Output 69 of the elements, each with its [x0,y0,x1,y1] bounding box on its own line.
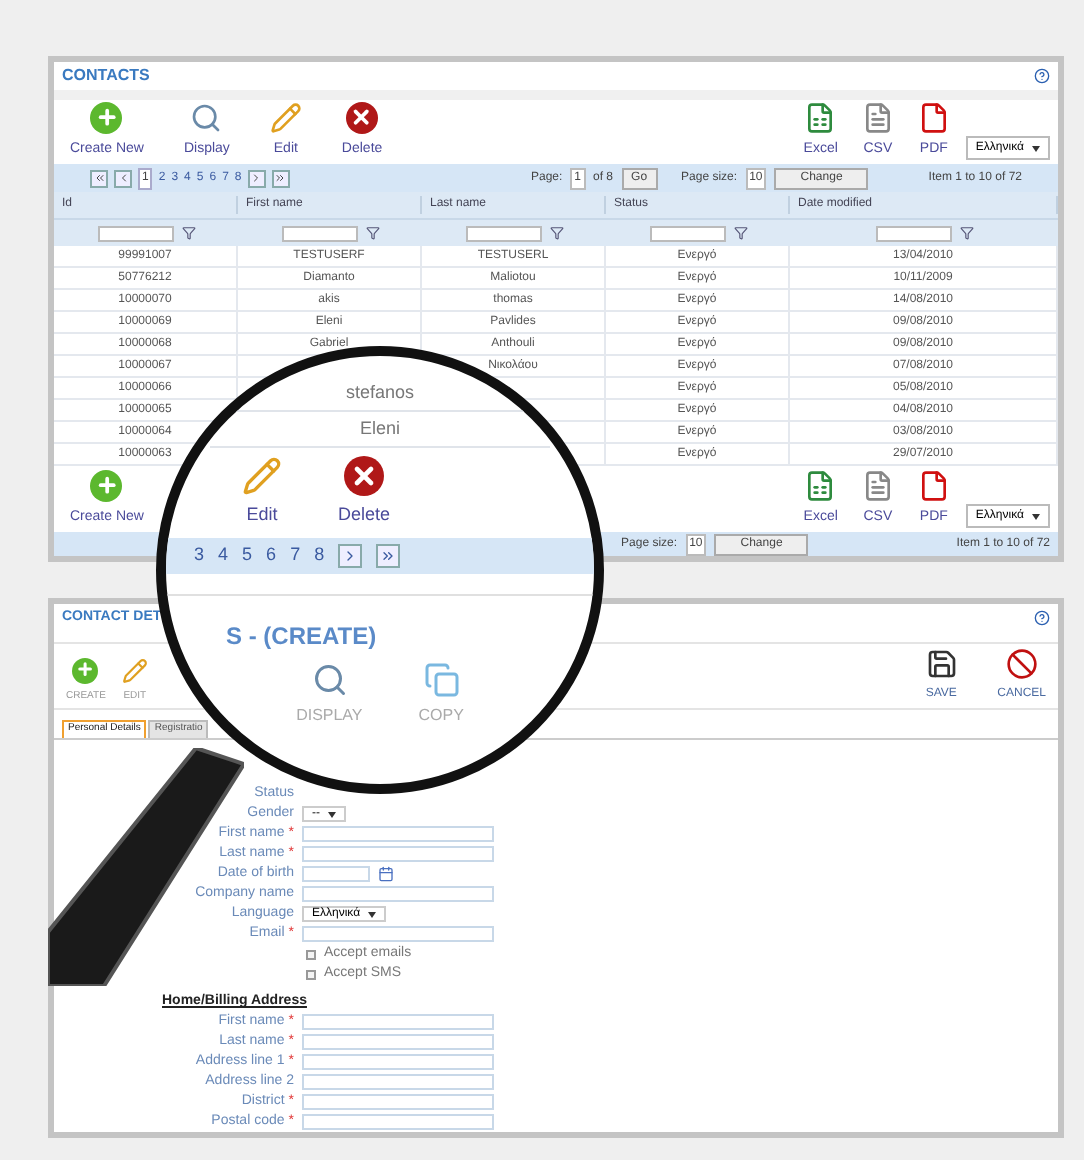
search-icon [311,661,348,697]
page-link[interactable]: 8 [314,541,325,569]
plus-icon [90,101,123,133]
input-field[interactable] [302,886,494,902]
last-page-icon [380,547,397,563]
document-icon [861,469,894,501]
plus-icon [90,469,123,501]
page-link[interactable]: 5 [242,541,253,569]
document-icon [861,101,894,133]
filter-field[interactable] [97,225,173,241]
filter-field[interactable] [281,225,357,241]
input-field[interactable] [302,1094,494,1110]
input-field[interactable] [302,926,494,942]
input-field[interactable] [302,1114,494,1130]
checkbox[interactable] [306,949,316,959]
filter-field[interactable] [875,225,951,241]
page-link[interactable]: 7 [290,541,301,569]
plus-icon [72,657,99,683]
filter-icon[interactable] [549,225,563,239]
filter-icon[interactable] [733,225,747,239]
input-field[interactable] [302,1034,494,1050]
search-icon [190,101,223,133]
next-icon [250,172,263,184]
panel-title: CONTACTS [62,64,150,88]
filter-field[interactable] [465,225,541,241]
caret-icon [328,811,336,817]
pencil-icon [242,456,282,496]
spreadsheet-icon [804,101,837,133]
pdf-icon [917,101,950,133]
caret-icon [1032,513,1040,519]
pdf-icon [917,469,950,501]
spreadsheet-icon [804,469,837,501]
calendar-icon[interactable] [378,866,394,882]
input-field[interactable] [302,846,494,862]
copy-icon [423,661,460,697]
pager-button[interactable] [90,169,108,187]
date-field[interactable] [302,866,370,882]
page-link[interactable]: 6 [266,541,277,569]
checkbox[interactable] [306,969,316,979]
table-cell-text: stefanos [345,379,415,406]
help-icon [1034,610,1050,626]
pager-button[interactable] [376,543,401,567]
filter-icon[interactable] [365,225,379,239]
caret-icon [1032,145,1040,151]
close-icon [344,456,384,496]
filter-field[interactable] [649,225,725,241]
pager-button[interactable] [338,543,363,567]
page-link[interactable]: 4 [218,541,229,569]
magnified-title: S - (CREATE) [226,619,377,653]
input-field[interactable] [302,1054,494,1070]
table-cell-text: Eleni [359,415,400,442]
input-field[interactable] [302,826,494,842]
help-icon [1034,68,1050,84]
input-field[interactable] [302,1014,494,1030]
pencil-icon [121,657,148,683]
pager-button[interactable] [271,169,290,187]
toolbar-button[interactable]: Edit [234,456,290,529]
filter-icon[interactable] [181,225,195,239]
caret-icon [368,911,377,917]
filter-icon[interactable] [959,225,973,239]
page-link[interactable]: 3 [194,541,205,569]
toolbar-button[interactable]: Delete [330,456,399,529]
input-field[interactable] [302,1074,494,1090]
pager-button[interactable] [247,169,266,187]
pager-button[interactable] [114,169,132,187]
close-icon [346,101,379,133]
pencil-icon [269,101,302,133]
cancel-icon [1005,648,1038,680]
previous-icon [117,172,129,184]
